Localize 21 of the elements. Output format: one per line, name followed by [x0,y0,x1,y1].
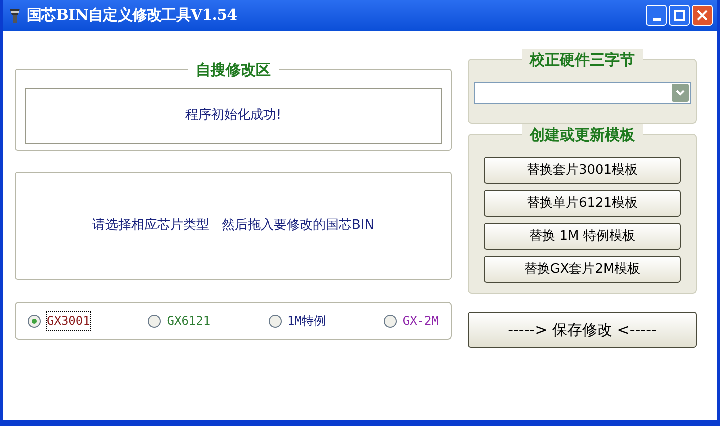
maximize-icon [674,10,685,21]
instruction-text: 请选择相应芯片类型 然后拖入要修改的国芯BIN [92,217,374,236]
hardware-dropdown[interactable] [474,82,691,104]
maximize-button[interactable] [669,5,690,26]
window-title: 国芯BIN自定义修改工具V1.54 [27,5,238,26]
chip-type-radio[interactable]: GX-2M [384,312,439,330]
close-button[interactable] [692,5,713,26]
chip-icon [7,6,23,24]
minimize-button[interactable] [646,5,667,26]
chevron-down-icon [676,90,685,96]
close-icon [697,10,708,21]
chip-type-radio[interactable]: GX6121 [148,312,211,330]
chip-type-radio[interactable]: GX3001 [28,312,90,330]
save-button[interactable]: -----> 保存修改 <----- [468,312,697,348]
minimize-icon [652,18,660,21]
template-button[interactable]: 替换套片3001模板 [484,157,681,184]
template-button[interactable]: 替换 1M 特例模板 [484,223,681,250]
status-message: 程序初始化成功! [185,107,282,126]
template-button[interactable]: 替换GX套片2M模板 [484,256,681,283]
template-button[interactable]: 替换单片6121模板 [484,190,681,217]
chip-type-radio[interactable]: 1M特例 [268,312,326,330]
